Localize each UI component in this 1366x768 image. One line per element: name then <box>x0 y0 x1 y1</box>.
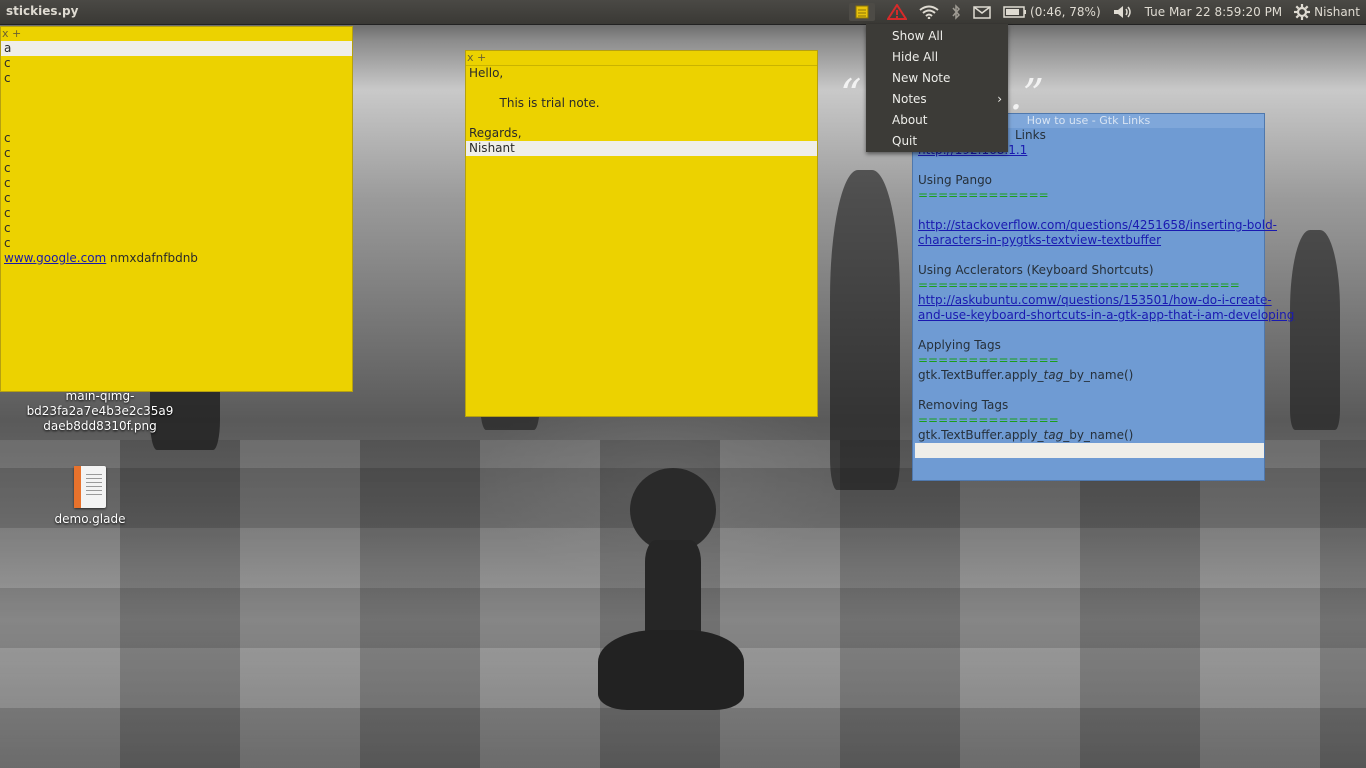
note-line: Regards, <box>469 126 522 140</box>
note-line: Removing Tags <box>918 398 1009 412</box>
menu-item-show-all[interactable]: Show All <box>866 26 1008 47</box>
note-line: Using Pango <box>918 173 993 187</box>
note-line <box>466 111 817 126</box>
note-text-area[interactable]: Links http://192.168.1.1 Using Pango ===… <box>913 128 1294 458</box>
volume-icon[interactable] <box>1113 5 1133 19</box>
wallpaper-chess-piece <box>830 170 900 490</box>
note-line: c <box>4 221 11 235</box>
note-line: c <box>4 176 11 190</box>
note-line-cursor <box>915 443 1264 458</box>
wallpaper-chess-piece <box>1290 230 1340 430</box>
battery-label: (0:46, 78%) <box>1030 5 1101 19</box>
note-toolbar[interactable]: x + <box>1 27 352 41</box>
note-text-area[interactable]: Hello, This is trial note. Regards, Nish… <box>466 66 817 156</box>
note-line <box>1 101 352 116</box>
session-menu[interactable]: Nishant <box>1294 4 1360 20</box>
note-line: ================================ <box>918 278 1240 292</box>
note-line: ============= <box>918 188 1049 202</box>
sticky-note-blue[interactable]: How to use - Gtk Links Links http://192.… <box>912 113 1294 481</box>
mail-icon[interactable] <box>973 5 991 19</box>
note-line: ============== <box>918 413 1059 427</box>
sticky-note[interactable]: x + Hello, This is trial note. Regards, … <box>465 50 818 417</box>
note-line: Applying Tags <box>918 338 1001 352</box>
note-line: c <box>4 206 11 220</box>
menu-item-new-note[interactable]: New Note <box>866 68 1008 89</box>
desktop-icon-label: demo.glade <box>54 512 126 526</box>
menu-item-hide-all[interactable]: Hide All <box>866 47 1008 68</box>
note-line <box>466 81 817 96</box>
wifi-icon[interactable] <box>919 5 939 19</box>
desktop-icon-glade[interactable]: demo.glade <box>40 466 140 527</box>
note-link[interactable]: www.google.com <box>4 251 106 265</box>
chevron-right-icon: › <box>997 92 1002 106</box>
system-tray: (0:46, 78%) Tue Mar 22 8:59:20 PM Nishan… <box>849 0 1366 24</box>
note-line: c <box>4 161 11 175</box>
app-title: stickies.py <box>6 4 79 18</box>
note-line <box>1 116 352 131</box>
note-link[interactable]: http://stackoverflow.com/questions/42516… <box>918 218 1277 232</box>
top-panel: stickies.py (0:46, 78%) Tue Mar 22 8:59:… <box>0 0 1366 25</box>
document-icon <box>74 466 106 508</box>
note-text-area[interactable]: a c c c c c c c c c c www.google.com nmx… <box>1 41 352 266</box>
note-line <box>1 86 352 101</box>
note-line: c <box>4 71 11 85</box>
gear-icon <box>1294 4 1311 20</box>
desktop-icon-label: bd23fa2a7e4b3e2c35a9 <box>26 404 174 418</box>
note-line-selected: Nishant <box>466 141 817 156</box>
note-line: ============== <box>918 353 1059 367</box>
warning-icon[interactable] <box>887 4 908 20</box>
menu-item-quit[interactable]: Quit <box>866 131 1008 152</box>
note-link[interactable]: and-use-keyboard-shortcuts-in-a-gtk-app-… <box>918 308 1294 322</box>
desktop-icon-png[interactable]: main-qimg- bd23fa2a7e4b3e2c35a9 daeb8dd8… <box>20 389 180 434</box>
note-link[interactable]: characters-in-pygtks-textview-textbuffer <box>918 233 1161 247</box>
note-line: c <box>4 56 11 70</box>
user-name: Nishant <box>1314 5 1360 19</box>
bluetooth-icon[interactable] <box>951 4 961 20</box>
wallpaper-pawn <box>598 630 744 710</box>
note-line: gtk.TextBuffer.apply_tag_by_name() <box>918 368 1134 382</box>
note-line: gtk.TextBuffer.apply_tag_by_name() <box>918 428 1134 442</box>
menu-item-about[interactable]: About <box>866 110 1008 131</box>
note-line: c <box>4 131 11 145</box>
note-toolbar[interactable]: x + <box>466 51 817 66</box>
note-line: c <box>4 236 11 250</box>
note-line: This is trial note. <box>469 96 600 110</box>
note-line-text: nmxdafnfbdnb <box>106 251 198 265</box>
clock[interactable]: Tue Mar 22 8:59:20 PM <box>1145 5 1283 19</box>
note-line: Using Acclerators (Keyboard Shortcuts) <box>918 263 1154 277</box>
menu-item-notes[interactable]: Notes › <box>866 89 1008 110</box>
stickies-menu: Show All Hide All New Note Notes › About… <box>866 24 1008 152</box>
note-link[interactable]: http://askubuntu.comw/questions/153501/h… <box>918 293 1272 307</box>
note-line: Hello, <box>469 66 504 80</box>
note-line: www.google.com nmxdafnfbdnb <box>1 251 352 266</box>
stickies-tray-icon[interactable] <box>849 3 876 21</box>
note-line: a <box>1 41 352 56</box>
sticky-note[interactable]: x + a c c c c c c c c c c www.google.com… <box>0 26 353 392</box>
menu-item-notes-label: Notes <box>892 92 927 106</box>
note-line: c <box>4 146 11 160</box>
desktop-icon-label: daeb8dd8310f.png <box>43 419 157 433</box>
note-line: c <box>4 191 11 205</box>
battery-indicator[interactable]: (0:46, 78%) <box>1003 5 1101 19</box>
